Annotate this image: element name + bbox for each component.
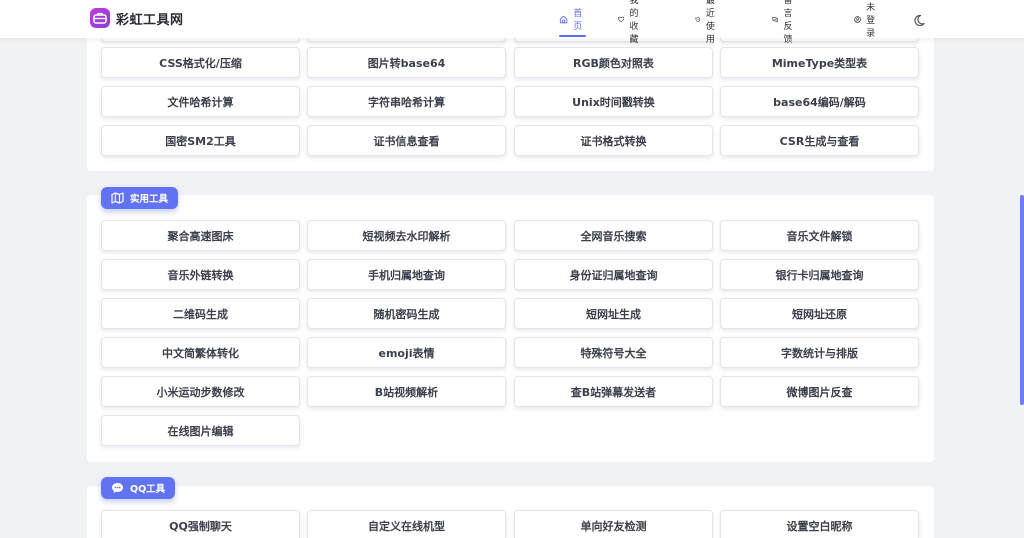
tool-button[interactable]: 音乐外链转换 — [101, 259, 300, 290]
tool-button[interactable]: QQ强制聊天 — [101, 510, 300, 538]
nav-recent-label: 最近使用 — [705, 0, 715, 45]
tool-button[interactable]: 微博图片反查 — [720, 376, 919, 407]
tool-button[interactable]: 字数统计与排版 — [720, 337, 919, 368]
tool-button[interactable]: 字符串哈希计算 — [307, 86, 506, 117]
tool-button[interactable]: 自定义在线机型 — [307, 510, 506, 538]
tool-button[interactable]: CSS格式化/压缩 — [101, 47, 300, 78]
tool-button[interactable]: 特殊符号大全 — [514, 337, 713, 368]
map-icon — [111, 192, 124, 204]
tool-button[interactable]: emoji表情 — [307, 337, 506, 368]
category-title: 实用工具 — [130, 194, 169, 205]
scrollbar-thumb[interactable] — [1020, 195, 1024, 405]
tool-button[interactable]: 小米运动步数修改 — [101, 376, 300, 407]
tool-button[interactable]: 手机归属地查询 — [307, 259, 506, 290]
tool-button[interactable]: 设置空白昵称 — [720, 510, 919, 538]
tool-button[interactable]: 短网址生成 — [514, 298, 713, 329]
user-icon — [854, 15, 861, 23]
tool-button[interactable]: 银行卡归属地查询 — [720, 259, 919, 290]
category-badge-practical: 实用工具 — [101, 187, 179, 209]
toolbox-icon — [90, 8, 110, 28]
tool-button[interactable]: 中文简繁体转化 — [101, 337, 300, 368]
tool-button[interactable]: RGB颜色对照表 — [514, 47, 713, 78]
tool-button[interactable]: Unix时间戳转换 — [514, 86, 713, 117]
tool-button[interactable]: 全网音乐搜索 — [514, 220, 713, 251]
site-name: 彩虹工具网 — [116, 12, 184, 28]
tool-button[interactable]: 图片转base64 — [307, 47, 506, 78]
tool-button[interactable]: 身份证归属地查询 — [514, 259, 713, 290]
tool-button[interactable]: 单向好友检测 — [514, 510, 713, 538]
nav-recent[interactable]: 最近使用 — [695, 0, 722, 45]
speech-bubble-icon — [112, 483, 123, 493]
history-icon — [695, 16, 701, 22]
category-title: QQ工具 — [130, 484, 166, 495]
tool-button[interactable]: base64编码/解码 — [720, 86, 919, 117]
tool-button-partial[interactable] — [514, 38, 713, 42]
tool-button[interactable]: 查B站弹幕发送者 — [514, 376, 713, 407]
nav-login[interactable]: 未登录 — [854, 0, 881, 39]
tool-button-partial[interactable] — [720, 38, 919, 42]
nav-feedback-label: 留言反馈 — [783, 0, 793, 45]
tool-button[interactable]: 二维码生成 — [101, 298, 300, 329]
top-navbar: 彩虹工具网 首页 我的收藏 最近使用 留言反馈 未登录 — [0, 0, 1024, 45]
tool-button[interactable]: 文件哈希计算 — [101, 86, 300, 117]
tool-button[interactable]: 短视频去水印解析 — [307, 220, 506, 251]
tool-button-partial[interactable] — [101, 38, 300, 42]
tool-button[interactable]: 随机密码生成 — [307, 298, 506, 329]
nav-home-label: 首页 — [573, 9, 583, 32]
tool-button[interactable]: 音乐文件解锁 — [720, 220, 919, 251]
tool-button[interactable]: 聚合高速图床 — [101, 220, 300, 251]
category-badge-qq: QQ工具 — [101, 477, 176, 499]
dark-mode-toggle-icon[interactable] — [913, 12, 925, 31]
tool-button[interactable]: 证书信息查看 — [307, 125, 506, 156]
chat-bubbles-icon — [772, 16, 779, 22]
tool-button[interactable]: 国密SM2工具 — [101, 125, 300, 156]
nav-home[interactable]: 首页 — [559, 0, 587, 38]
nav-favorites[interactable]: 我的收藏 — [618, 0, 646, 45]
tool-button[interactable]: 短网址还原 — [720, 298, 919, 329]
tool-button[interactable]: B站视频解析 — [307, 376, 506, 407]
tool-button[interactable]: CSR生成与查看 — [720, 125, 919, 156]
nav-feedback[interactable]: 留言反馈 — [772, 0, 800, 45]
tool-button-partial[interactable] — [307, 38, 506, 42]
tool-button[interactable]: 证书格式转换 — [514, 125, 713, 156]
home-icon — [559, 15, 568, 23]
heart-icon — [618, 16, 625, 22]
tool-button[interactable]: 在线图片编辑 — [101, 415, 300, 446]
tool-button[interactable]: MimeType类型表 — [720, 47, 919, 78]
nav-login-label: 未登录 — [866, 2, 876, 39]
nav-favorites-label: 我的收藏 — [629, 0, 639, 45]
site-logo[interactable]: 彩虹工具网 — [90, 8, 184, 28]
